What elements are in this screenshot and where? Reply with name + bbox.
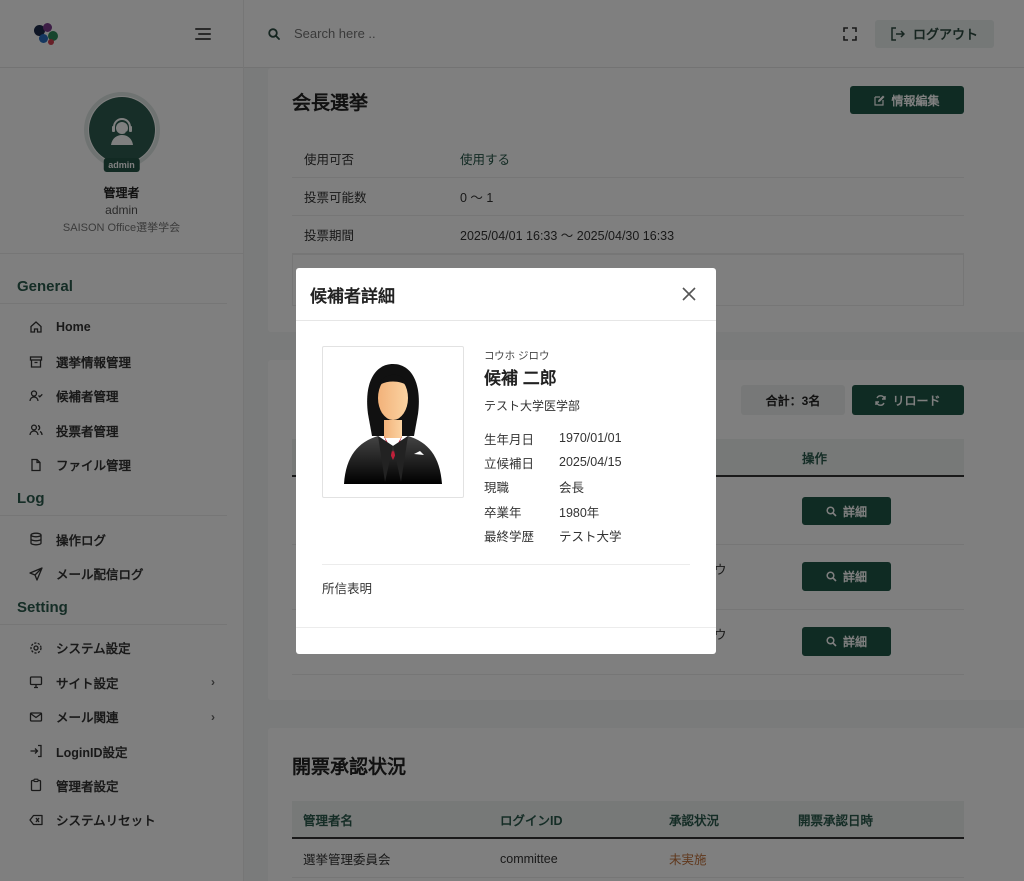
candidate-avatar-image: [344, 364, 442, 484]
candidate-kana: コウホ ジロウ: [484, 350, 550, 362]
detail-key: 生年月日: [484, 432, 535, 447]
detail-value: テスト大学: [559, 529, 622, 544]
detail-row: 現職 会長: [484, 475, 622, 499]
candidate-school: テスト大学医学部: [484, 399, 581, 413]
modal-title: 候補者詳細: [310, 286, 395, 306]
detail-key: 現職: [484, 481, 510, 496]
detail-value: 1970/01/01: [559, 431, 622, 446]
detail-row: 立候補日 2025/04/15: [484, 450, 622, 474]
detail-key: 立候補日: [484, 456, 535, 471]
detail-value: 1980年: [559, 505, 600, 520]
candidate-header: コウホ ジロウ 候補 二郎 テスト大学医学部: [484, 348, 580, 414]
modal-divider: [322, 564, 690, 565]
candidate-detail-modal: 候補者詳細 コウホ ジロウ 候補 二郎 テスト大学医学部 生年月日 1970/01…: [296, 268, 716, 654]
modal-header: 候補者詳細: [296, 268, 716, 321]
modal-footer-divider: [296, 627, 716, 628]
candidate-details: 生年月日 1970/01/01 立候補日 2025/04/15 現職 会長 卒業年 19…: [484, 426, 622, 547]
detail-value: 会長: [559, 481, 585, 496]
detail-row: 最終学歴 テスト大学: [484, 523, 622, 547]
candidate-photo: [322, 346, 464, 498]
detail-row: 卒業年 1980年: [484, 499, 622, 523]
detail-key: 最終学歴: [484, 529, 535, 544]
close-icon[interactable]: [680, 285, 698, 303]
detail-key: 卒業年: [484, 505, 522, 520]
statement-label: 所信表明: [322, 582, 373, 596]
candidate-name: 候補 二郎: [484, 369, 557, 388]
detail-row: 生年月日 1970/01/01: [484, 426, 622, 450]
detail-value: 2025/04/15: [559, 455, 622, 470]
